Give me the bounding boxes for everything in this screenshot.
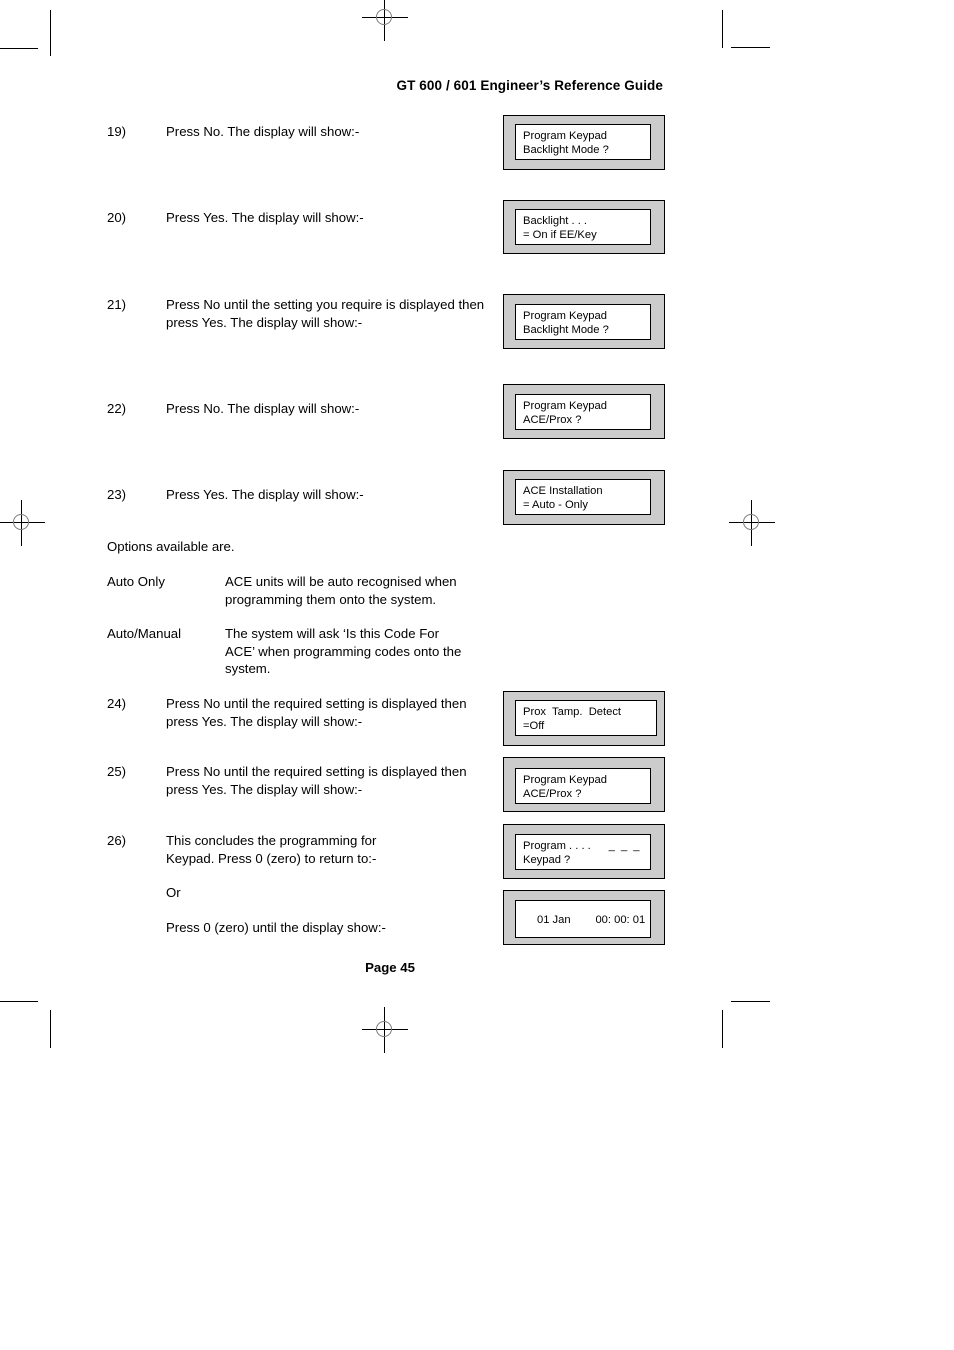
lcd-display-clock: 01 Jan 00: 00: 01 [503, 890, 665, 945]
document-page: GT 600 / 601 Engineer’s Reference Guide … [0, 0, 954, 1350]
page-title: GT 600 / 601 Engineer’s Reference Guide [396, 78, 663, 93]
lcd-line-2: = On if EE/Key [523, 229, 597, 241]
lcd-screen: ACE Installation = Auto - Only [515, 479, 651, 515]
lcd-screen: Program Keypad ACE/Prox ? [515, 768, 651, 804]
conclusion-press-zero: Press 0 (zero) until the display show:- [166, 920, 386, 935]
lcd-screen: Backlight . . . = On if EE/Key [515, 209, 651, 245]
step-number: 20) [107, 210, 127, 225]
options-intro: Options available are. [107, 539, 235, 554]
lcd-screen: Prox Tamp. Detect =Off [515, 700, 657, 736]
lcd-dashes-indicator: _ _ _ [608, 840, 641, 852]
lcd-line-2: ACE/Prox ? [523, 414, 582, 426]
lcd-line-1: Program Keypad [523, 310, 607, 322]
lcd-line-1: Backlight . . . [523, 215, 588, 227]
option-definition: ACE units will be auto recognised when p… [225, 574, 457, 607]
step-number: 25) [107, 764, 127, 779]
lcd-line-1: Prox Tamp. Detect [523, 706, 622, 718]
lcd-screen: Program Keypad Backlight Mode ? [515, 124, 651, 160]
step-text: Press No until the required setting is d… [166, 696, 467, 729]
step-text: Press Yes. The display will show:- [166, 487, 364, 502]
lcd-line-1: ACE Installation [523, 485, 603, 497]
lcd-screen: Program Keypad ACE/Prox ? [515, 394, 651, 430]
step-number: 23) [107, 487, 127, 502]
step-number: 26) [107, 833, 127, 848]
step-number: 22) [107, 401, 127, 416]
step-text: Press No until the required setting is d… [166, 764, 467, 797]
lcd-screen: Program Keypad Backlight Mode ? [515, 304, 651, 340]
lcd-line-2: Backlight Mode ? [523, 324, 609, 336]
lcd-display-22: Program Keypad ACE/Prox ? [503, 384, 665, 439]
lcd-display-21: Program Keypad Backlight Mode ? [503, 294, 665, 349]
lcd-line-2: Keypad ? [523, 854, 571, 866]
lcd-display-24: Prox Tamp. Detect =Off [503, 691, 665, 746]
lcd-line-2: ACE/Prox ? [523, 788, 582, 800]
lcd-display-25: Program Keypad ACE/Prox ? [503, 757, 665, 812]
step-text: Press No. The display will show:- [166, 124, 360, 139]
lcd-display-20: Backlight . . . = On if EE/Key [503, 200, 665, 254]
step-text: Press No. The display will show:- [166, 401, 360, 416]
option-term: Auto Only [107, 574, 165, 589]
lcd-clock-line: 01 Jan 00: 00: 01 [537, 914, 646, 926]
lcd-line-1: Program . . . . [523, 840, 591, 852]
step-number: 24) [107, 696, 127, 711]
lcd-line-2: = Auto - Only [523, 499, 588, 511]
lcd-line-1: Program Keypad [523, 130, 607, 142]
step-text: Press Yes. The display will show:- [166, 210, 364, 225]
option-definition: The system will ask ‘Is this Code For AC… [225, 626, 462, 676]
lcd-screen: Program . . . . Keypad ? _ _ _ [515, 834, 651, 870]
lcd-line-1: Program Keypad [523, 400, 607, 412]
lcd-display-26: Program . . . . Keypad ? _ _ _ [503, 824, 665, 879]
page-footer: Page 45 [365, 960, 415, 975]
lcd-display-23: ACE Installation = Auto - Only [503, 470, 665, 525]
step-number: 19) [107, 124, 127, 139]
step-text: This concludes the programming for Keypa… [166, 833, 377, 866]
step-text: Press No until the setting you require i… [166, 297, 485, 330]
step-number: 21) [107, 297, 127, 312]
lcd-screen: 01 Jan 00: 00: 01 [515, 900, 651, 938]
lcd-line-1: Program Keypad [523, 774, 607, 786]
lcd-line-2: Backlight Mode ? [523, 144, 609, 156]
option-term: Auto/Manual [107, 626, 182, 641]
lcd-display-19: Program Keypad Backlight Mode ? [503, 115, 665, 170]
conclusion-or: Or [166, 885, 181, 900]
lcd-line-2: =Off [523, 720, 545, 732]
